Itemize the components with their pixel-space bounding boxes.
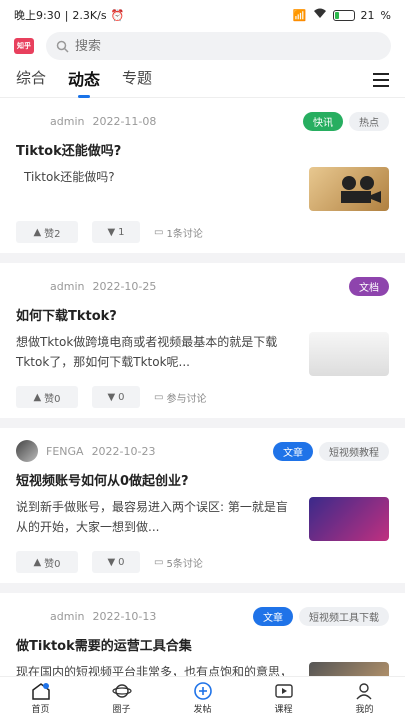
- tab-updates[interactable]: 动态: [68, 66, 100, 94]
- upvote-icon: ▲: [33, 226, 42, 238]
- tag-article[interactable]: 文章: [253, 606, 293, 626]
- dislike-button[interactable]: ▼ 1: [92, 221, 140, 243]
- post-date: 2022-10-13: [92, 609, 157, 623]
- post-title[interactable]: 如何下载Tktok?: [16, 305, 389, 324]
- search-icon: [56, 40, 69, 53]
- post-card[interactable]: FENGA 2022-10-23 文章 短视频教程 短视频账号如何从0做起创业?…: [0, 428, 405, 583]
- nav-profile[interactable]: 我的: [324, 677, 405, 720]
- feed: admin 2022-11-08 快讯 热点 Tiktok还能做吗? Tikto…: [0, 98, 405, 676]
- comment-link[interactable]: ▭ 1条讨论: [154, 225, 203, 240]
- video-icon: [274, 684, 293, 698]
- alarm-icon: ⏰: [110, 8, 125, 22]
- post-date: 2022-11-08: [92, 114, 157, 128]
- search-box[interactable]: [46, 32, 391, 60]
- post-title[interactable]: 短视频账号如何从0做起创业?: [16, 470, 389, 489]
- dislike-button[interactable]: ▼ 0: [92, 386, 140, 408]
- post-title[interactable]: 做Tiktok需要的运营工具合集: [16, 635, 389, 654]
- nav-courses[interactable]: 课程: [243, 677, 324, 720]
- post-thumbnail[interactable]: [309, 332, 389, 376]
- top-bar: 知乎: [0, 30, 405, 62]
- avatar[interactable]: [16, 440, 38, 462]
- like-button[interactable]: ▲ 赞0: [16, 551, 78, 573]
- menu-icon[interactable]: [373, 72, 389, 87]
- post-author: admin: [50, 279, 85, 293]
- bottom-nav: 首页 圈子 发帖 课程 我的: [0, 676, 405, 720]
- post-card[interactable]: admin 2022-10-25 文档 如何下载Tktok? 想做Tktok做跨…: [0, 263, 405, 418]
- dislike-button[interactable]: ▼ 0: [92, 551, 140, 573]
- tab-bar: 综合 动态 专题: [0, 62, 405, 98]
- network-speed: 2.3K/s: [72, 8, 107, 22]
- post-excerpt: 想做Tktok做跨境电商或者视频最基本的就是下载Tktok了，那如何下载Tkto…: [16, 335, 278, 369]
- tag-hot[interactable]: 热点: [349, 111, 389, 131]
- clock: 晚上9:30: [14, 9, 61, 22]
- post-card[interactable]: admin 2022-10-13 文章 短视频工具下载 做Tiktok需要的运营…: [0, 593, 405, 676]
- comment-icon: ▭: [154, 391, 164, 403]
- tab-topics[interactable]: 专题: [122, 67, 152, 92]
- wifi-icon: [313, 8, 327, 22]
- app-logo[interactable]: 知乎: [14, 38, 34, 54]
- like-button[interactable]: ▲ 赞0: [16, 386, 78, 408]
- signal-icon: 📶: [292, 8, 307, 22]
- tag-category[interactable]: 短视频工具下载: [299, 606, 389, 626]
- home-icon: [31, 683, 50, 700]
- nav-post[interactable]: 发帖: [162, 677, 243, 720]
- post-date: 2022-10-25: [92, 279, 157, 293]
- post-author: FENGA: [46, 444, 84, 458]
- comment-link[interactable]: ▭ 参与讨论: [154, 390, 206, 405]
- post-thumbnail[interactable]: [309, 497, 389, 541]
- search-input[interactable]: [75, 38, 381, 54]
- post-thumbnail[interactable]: [309, 662, 389, 676]
- tag-category[interactable]: 短视频教程: [319, 441, 389, 461]
- post-excerpt: 现在国内的短视频平台非常多，也有点饱和的意思，那做国外的Tiktok如何? 想在…: [16, 665, 293, 676]
- comment-link[interactable]: ▭ 5条讨论: [154, 555, 203, 570]
- nav-home[interactable]: 首页: [0, 677, 81, 720]
- post-thumbnail[interactable]: [309, 167, 389, 211]
- comment-icon: ▭: [154, 556, 164, 568]
- tab-overview[interactable]: 综合: [16, 67, 46, 92]
- tag-flash[interactable]: 快讯: [303, 111, 343, 131]
- upvote-icon: ▲: [33, 391, 42, 403]
- post-card[interactable]: admin 2022-11-08 快讯 热点 Tiktok还能做吗? Tikto…: [0, 98, 405, 253]
- post-excerpt: Tiktok还能做吗?: [24, 170, 115, 184]
- tag-article[interactable]: 文章: [273, 441, 313, 461]
- like-button[interactable]: ▲ 赞2: [16, 221, 78, 243]
- downvote-icon: ▼: [107, 556, 116, 568]
- battery-percent: 21: [360, 8, 375, 22]
- nav-circle[interactable]: 圈子: [81, 677, 162, 720]
- post-author: admin: [50, 609, 85, 623]
- add-circle-icon: [193, 682, 212, 700]
- post-date: 2022-10-23: [91, 444, 156, 458]
- tag-document[interactable]: 文档: [349, 276, 389, 296]
- upvote-icon: ▲: [33, 556, 42, 568]
- status-bar: 晚上9:30 | 2.3K/s ⏰ 📶 21%: [0, 0, 405, 30]
- post-author: admin: [50, 114, 85, 128]
- comment-icon: ▭: [154, 226, 164, 238]
- downvote-icon: ▼: [107, 226, 116, 238]
- post-title[interactable]: Tiktok还能做吗?: [16, 140, 389, 159]
- post-excerpt: 说到新手做账号，最容易进入两个误区: 第一就是盲从的开始，大家一想到做...: [16, 500, 288, 534]
- downvote-icon: ▼: [107, 391, 116, 403]
- battery-icon: [332, 9, 355, 21]
- planet-icon: [111, 684, 132, 698]
- user-icon: [355, 683, 372, 700]
